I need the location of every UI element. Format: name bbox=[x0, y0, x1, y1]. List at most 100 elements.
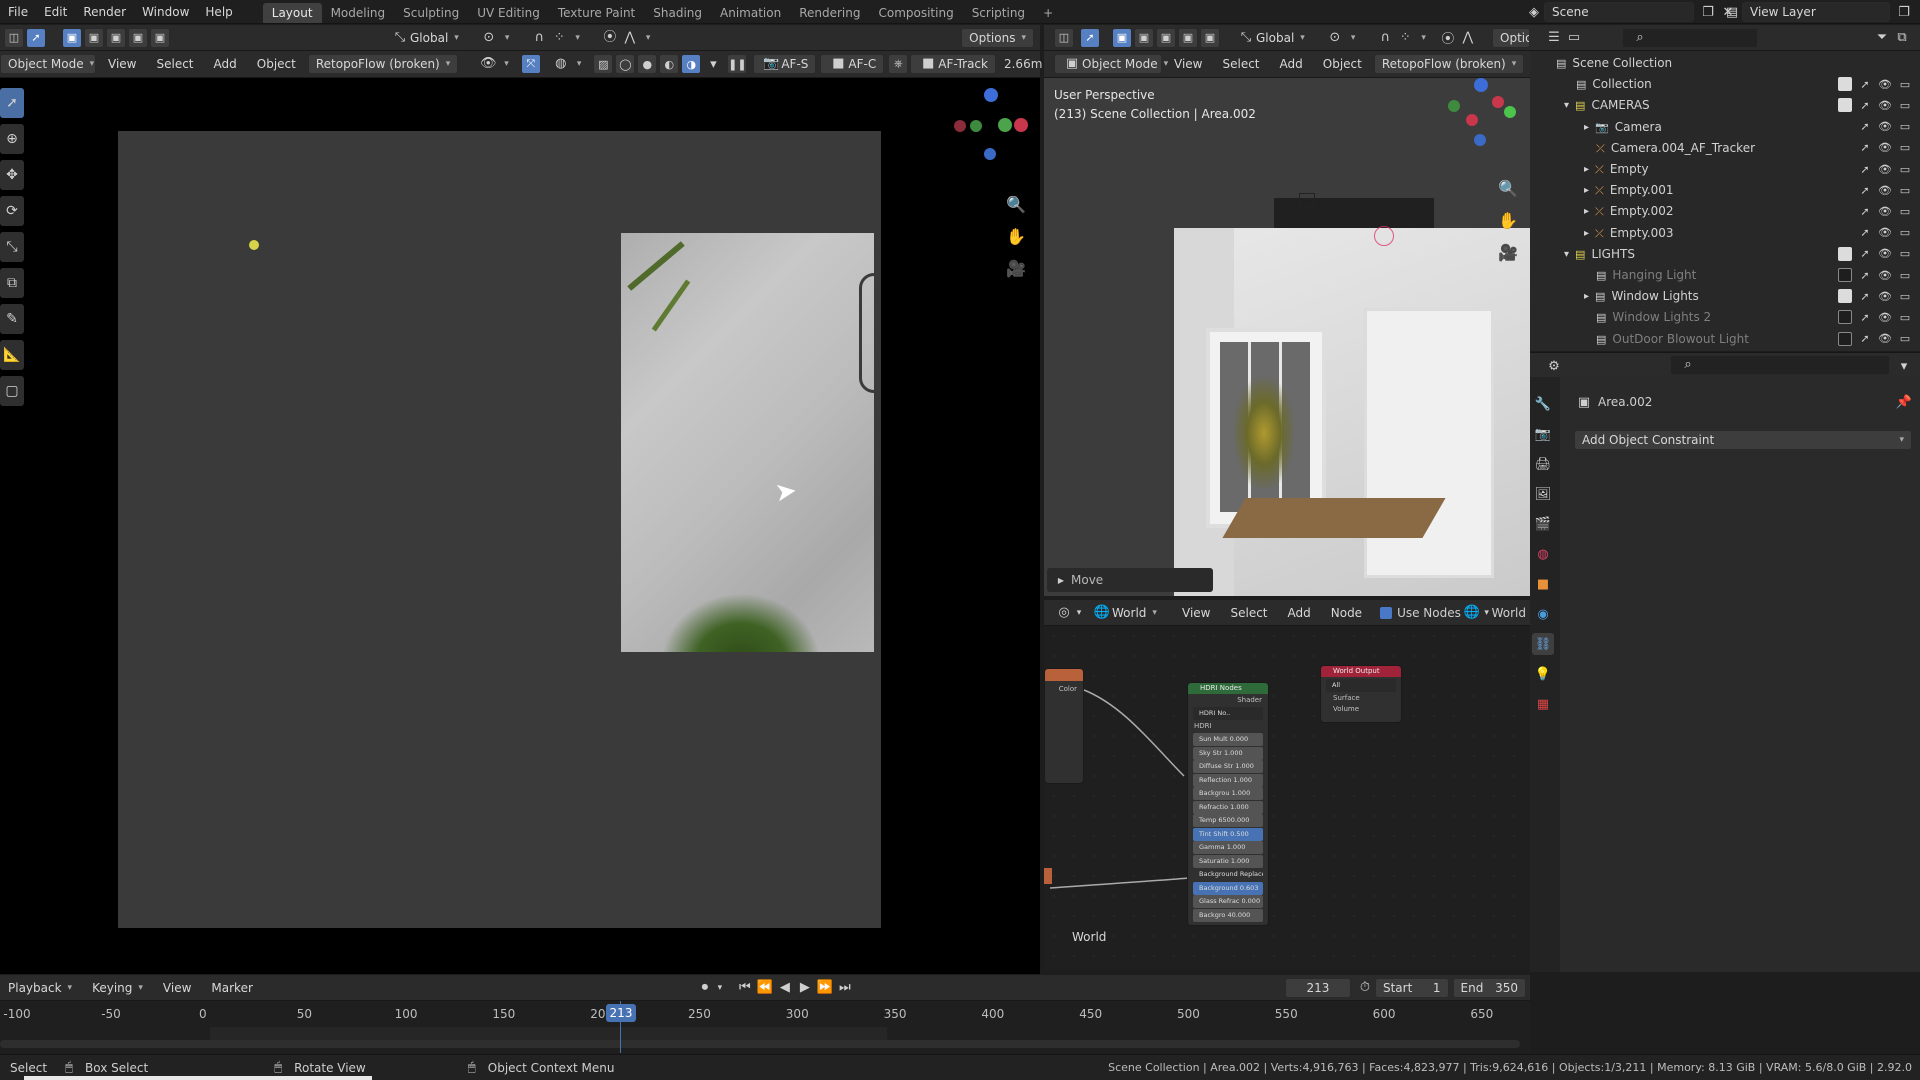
select-arrow-icon[interactable]: ➚ bbox=[1858, 268, 1872, 282]
hdri-nodes-group[interactable]: HDRI Nodes Shader HDRI No.. HDRI Sun Mul… bbox=[1187, 682, 1269, 926]
shading-rendered-icon[interactable]: ◑ bbox=[681, 54, 702, 74]
eye-icon[interactable]: 👁 bbox=[1878, 204, 1892, 218]
select-invert-icon[interactable]: ▣ bbox=[128, 27, 148, 48]
param-gamma[interactable]: Gamma 1.000 bbox=[1193, 841, 1263, 854]
output-tab-icon[interactable]: 🖨 bbox=[1532, 453, 1554, 475]
param-background[interactable]: Backgrou 1.000 bbox=[1193, 787, 1263, 800]
falloff-icon[interactable]: ⋀ bbox=[1458, 28, 1478, 48]
outliner-item[interactable]: ▾ ▤ CAMERAS ➚ 👁 ▭ bbox=[1530, 95, 1920, 116]
param-temp[interactable]: Temp 6500.000 bbox=[1193, 814, 1263, 827]
transform-tool-icon[interactable]: ⧉ bbox=[0, 268, 24, 298]
annotate-tool-icon[interactable]: ✎ bbox=[0, 304, 24, 334]
editor-type-icon[interactable]: ◫ bbox=[1054, 27, 1074, 48]
exclude-checkbox[interactable] bbox=[1838, 246, 1852, 261]
exclude-checkbox[interactable] bbox=[1838, 268, 1852, 282]
collapse-icon[interactable]: ▾ bbox=[1564, 95, 1569, 116]
param-background-strength[interactable]: Background 0.603 bbox=[1193, 881, 1263, 895]
render-tab-icon[interactable]: 📷 bbox=[1532, 423, 1554, 445]
perspective-viewport[interactable]: User Perspective (213) Scene Collection … bbox=[1044, 78, 1530, 596]
menu-add[interactable]: Add bbox=[1280, 603, 1319, 623]
transform-orientation[interactable]: ⤡ Global bbox=[1228, 28, 1313, 48]
eye-icon[interactable]: 👁 bbox=[1878, 289, 1892, 303]
outliner-search-input[interactable]: ⌕ bbox=[1622, 27, 1758, 48]
jump-start-icon[interactable]: ⏮ bbox=[735, 978, 755, 998]
af-c-button[interactable]: ■ AF-C bbox=[820, 54, 885, 74]
menu-edit[interactable]: Edit bbox=[36, 0, 75, 24]
keying-menu[interactable]: Keying bbox=[84, 978, 151, 998]
render-icon[interactable]: ▭ bbox=[1898, 268, 1912, 282]
dropdown-icon[interactable]: ▾ bbox=[1074, 603, 1084, 623]
world-tab-icon[interactable]: ◍ bbox=[1532, 543, 1554, 565]
filter-icon[interactable]: ⏷ bbox=[1872, 28, 1892, 48]
menu-render[interactable]: Render bbox=[75, 0, 134, 24]
shading-material-icon[interactable]: ◐ bbox=[659, 54, 680, 74]
jump-end-icon[interactable]: ⏭ bbox=[835, 978, 855, 998]
select-invert-icon[interactable]: ▣ bbox=[1178, 27, 1198, 48]
copy-icon[interactable]: ❐ bbox=[1698, 2, 1718, 22]
outliner-item[interactable]: ⤫ Camera.004_AF_Tracker ➚ 👁 ▭ bbox=[1530, 138, 1920, 159]
select-arrow-icon[interactable]: ➚ bbox=[1858, 162, 1872, 176]
clock-icon[interactable]: ⏱ bbox=[1355, 978, 1375, 998]
param-sky-str[interactable]: Sky Str 1.000 bbox=[1193, 746, 1263, 760]
pivot-point[interactable]: ⊙ bbox=[1317, 28, 1364, 48]
options-dropdown[interactable]: Optio bbox=[1492, 27, 1530, 48]
exclude-checkbox[interactable] bbox=[1838, 289, 1852, 304]
world-output-node[interactable]: World Output All Surface Volume bbox=[1320, 665, 1402, 723]
menu-add[interactable]: Add bbox=[206, 54, 245, 74]
neg-y-axis-icon[interactable] bbox=[970, 120, 982, 132]
af-s-button[interactable]: 📷 AF-S bbox=[753, 54, 817, 74]
collapse-icon[interactable]: ▾ bbox=[1564, 244, 1569, 265]
exclude-checkbox[interactable] bbox=[1838, 77, 1852, 92]
view-layer-selector[interactable]: ▤ View Layer ❐ bbox=[1722, 2, 1914, 22]
camera-object-icon[interactable] bbox=[1299, 193, 1315, 207]
view-layer-name[interactable]: View Layer bbox=[1742, 2, 1890, 22]
outliner-item[interactable]: ▤ OutDoor Blowout Light ➚ 👁 ▭ bbox=[1530, 329, 1920, 350]
select-tool-icon[interactable]: ➚ bbox=[1080, 27, 1100, 48]
dropdown-icon[interactable]: ▾ bbox=[1482, 603, 1492, 623]
node-canvas[interactable]: Color HDRI Nodes Shader HDRI No.. HDRI S… bbox=[1044, 626, 1530, 970]
expand-icon[interactable]: ▸ bbox=[1584, 159, 1589, 180]
select-arrow-icon[interactable]: ➚ bbox=[1858, 226, 1872, 240]
view-layer-tab-icon[interactable]: 🖼 bbox=[1532, 483, 1554, 505]
render-icon[interactable]: ▭ bbox=[1898, 204, 1912, 218]
eye-icon[interactable]: 👁 bbox=[1878, 120, 1892, 134]
z-axis-icon[interactable] bbox=[984, 88, 998, 102]
select-arrow-icon[interactable]: ➚ bbox=[1858, 98, 1872, 112]
outliner-item[interactable]: ▸ 📷 Camera ➚ 👁 ▭ bbox=[1530, 117, 1920, 138]
camera-viewport[interactable]: ➤ 🔍 ✋ 🎥 bbox=[0, 78, 1040, 974]
scene-name[interactable]: Scene bbox=[1544, 2, 1694, 22]
param-refraction[interactable]: Refractio 1.000 bbox=[1193, 800, 1263, 814]
end-frame-field[interactable]: End 350 bbox=[1452, 977, 1527, 998]
playback-menu[interactable]: Playback bbox=[0, 978, 80, 998]
tab-sculpting[interactable]: Sculpting bbox=[394, 3, 468, 23]
light-origin-dot[interactable] bbox=[249, 240, 259, 250]
last-operator-panel[interactable]: ▶ Move bbox=[1047, 568, 1213, 592]
select-arrow-icon[interactable]: ➚ bbox=[1858, 332, 1872, 346]
shading-wireframe-icon[interactable]: ◯ bbox=[615, 54, 636, 74]
gizmo-toggle-icon[interactable]: ⤧ bbox=[520, 54, 541, 74]
render-icon[interactable]: ▭ bbox=[1898, 98, 1912, 112]
eye-icon[interactable]: 👁 bbox=[1878, 183, 1892, 197]
texture-tab-icon[interactable]: ▦ bbox=[1532, 693, 1554, 715]
expand-icon[interactable]: ▸ bbox=[1584, 286, 1589, 307]
dropdown-icon[interactable]: ▾ bbox=[1894, 356, 1914, 376]
properties-editor-icon[interactable]: ⚙ bbox=[1544, 356, 1564, 376]
x-axis-icon[interactable] bbox=[1492, 96, 1504, 108]
x-axis-icon[interactable] bbox=[1014, 118, 1028, 132]
outliner-item[interactable]: ▸ ▤ Window Lights ➚ 👁 ▭ bbox=[1530, 286, 1920, 307]
dropdown-icon[interactable]: ▾ bbox=[715, 978, 725, 998]
shader-type-dropdown[interactable]: 🌐 World bbox=[1084, 603, 1170, 623]
snapping[interactable]: ∩ ⁘ bbox=[1367, 28, 1434, 48]
camera-view-icon[interactable]: 🎥 bbox=[1002, 254, 1030, 282]
menu-select[interactable]: Select bbox=[1214, 54, 1267, 74]
af-track-button[interactable]: ■ AF-Track bbox=[910, 54, 996, 74]
play-icon[interactable]: ▶ bbox=[795, 978, 815, 998]
z-axis-icon[interactable] bbox=[1474, 78, 1488, 92]
menu-view[interactable]: View bbox=[100, 54, 144, 74]
world-icon[interactable]: 🌐 bbox=[1462, 603, 1482, 623]
retopoflow-dropdown[interactable]: RetopoFlow (broken) bbox=[307, 54, 459, 74]
menu-add[interactable]: Add bbox=[1272, 54, 1311, 74]
eye-icon[interactable]: 👁 bbox=[1878, 332, 1892, 346]
select-arrow-icon[interactable]: ➚ bbox=[1858, 289, 1872, 303]
track-icon[interactable]: ⎈ bbox=[888, 54, 909, 74]
